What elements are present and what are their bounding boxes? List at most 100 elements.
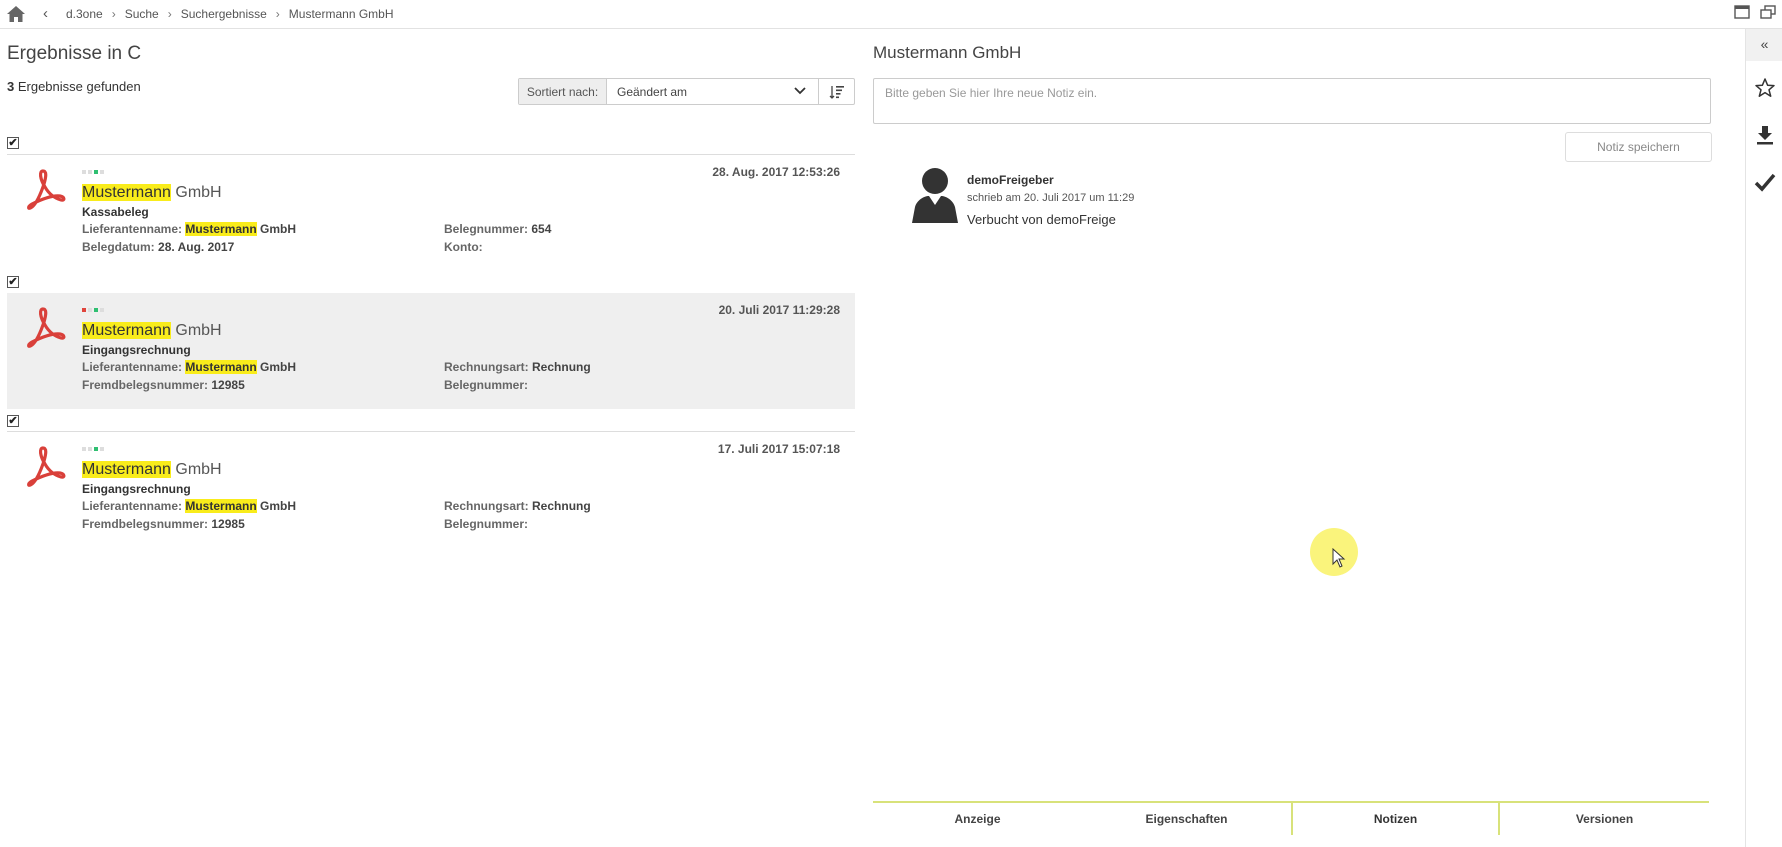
breadcrumb-item-suche[interactable]: Suche bbox=[125, 7, 159, 21]
back-button[interactable]: ‹ bbox=[43, 5, 48, 22]
save-note-button[interactable]: Notiz speichern bbox=[1565, 132, 1712, 162]
top-bar: ‹ d.3one › Suche › Suchergebnisse › Mustermann… bbox=[0, 0, 1782, 29]
detail-title: Mustermann GmbH bbox=[873, 43, 1022, 62]
result-item[interactable]: 28. Aug. 2017 12:53:26 Mustermann GmbH K… bbox=[7, 155, 855, 271]
collapse-panel-button[interactable]: « bbox=[1746, 29, 1782, 61]
field-value: Rechnung bbox=[532, 499, 591, 513]
note-meta: schrieb am 20. Juli 2017 um 11:29 bbox=[967, 192, 1135, 204]
field-lieferantenname: Lieferantenname: Mustermann GmbH bbox=[82, 222, 296, 236]
breadcrumb-item-current: Mustermann GmbH bbox=[288, 7, 394, 21]
result-checkbox[interactable]: ✔ bbox=[7, 276, 19, 288]
note-input[interactable] bbox=[873, 78, 1711, 124]
search-highlight: Mustermann bbox=[82, 461, 171, 478]
result-item-selected[interactable]: 20. Juli 2017 11:29:28 Mustermann GmbH E… bbox=[7, 293, 855, 409]
detail-tabs: Anzeige Eigenschaften Notizen Versionen bbox=[873, 801, 1711, 847]
result-title: Mustermann GmbH bbox=[82, 322, 222, 340]
result-title-rest: GmbH bbox=[170, 184, 222, 201]
status-dot bbox=[94, 447, 98, 451]
user-avatar-icon bbox=[912, 168, 958, 223]
breadcrumb-separator-icon: › bbox=[111, 7, 116, 21]
sort-order-button[interactable] bbox=[819, 79, 854, 104]
field-value: 12985 bbox=[211, 517, 245, 531]
status-indicator bbox=[82, 170, 106, 176]
status-dot bbox=[100, 170, 104, 174]
field-label: Rechnungsart: bbox=[444, 360, 533, 374]
breadcrumb-item-d3one[interactable]: d.3one bbox=[66, 7, 103, 21]
search-highlight: Mustermann bbox=[185, 222, 257, 236]
detail-panel: Mustermann GmbH Notiz speichern demoFrei… bbox=[873, 29, 1713, 847]
pdf-icon bbox=[27, 169, 66, 210]
field-fremdbelegsnummer: Fremdbelegsnummer: 12985 bbox=[82, 378, 245, 392]
field-label: Rechnungsart: bbox=[444, 499, 533, 513]
result-title-rest: GmbH bbox=[170, 461, 222, 478]
field-konto: Konto: bbox=[444, 240, 483, 254]
status-dot bbox=[82, 170, 86, 174]
results-count-text: Ergebnisse gefunden bbox=[14, 79, 141, 94]
field-label: Lieferantenname: bbox=[82, 222, 186, 236]
field-value: GmbH bbox=[256, 360, 297, 374]
result-checkbox[interactable]: ✔ bbox=[7, 137, 19, 149]
field-label: Belegnummer: bbox=[444, 378, 529, 392]
sort-control: Sortiert nach: Geändert am bbox=[518, 78, 855, 105]
field-label: Konto: bbox=[444, 240, 483, 254]
status-dot bbox=[100, 447, 104, 451]
result-date: 28. Aug. 2017 12:53:26 bbox=[712, 165, 840, 179]
field-label: Lieferantenname: bbox=[82, 360, 186, 374]
search-highlight: Mustermann bbox=[185, 360, 257, 374]
restore-window-icon[interactable] bbox=[1760, 5, 1776, 19]
status-dot bbox=[94, 308, 98, 312]
note-text: Verbucht von demoFreige bbox=[967, 212, 1116, 227]
status-dot bbox=[88, 447, 92, 451]
results-title: Ergebnisse in C bbox=[7, 43, 142, 64]
field-fremdbelegsnummer: Fremdbelegsnummer: 12985 bbox=[82, 517, 245, 531]
result-title-rest: GmbH bbox=[170, 322, 222, 339]
field-rechnungsart: Rechnungsart: Rechnung bbox=[444, 360, 591, 374]
status-indicator bbox=[82, 447, 106, 453]
pdf-icon bbox=[27, 446, 66, 487]
search-highlight: Mustermann bbox=[185, 499, 257, 513]
search-highlight: Mustermann bbox=[82, 322, 171, 339]
status-dot bbox=[100, 308, 104, 312]
result-date: 20. Juli 2017 11:29:28 bbox=[718, 303, 840, 317]
breadcrumb-separator-icon: › bbox=[167, 7, 172, 21]
note-author: demoFreigeber bbox=[967, 173, 1054, 187]
result-checkbox[interactable]: ✔ bbox=[7, 415, 19, 427]
chevron-down-icon bbox=[794, 87, 806, 95]
field-belegnummer: Belegnummer: bbox=[444, 517, 528, 531]
field-rechnungsart: Rechnungsart: Rechnung bbox=[444, 499, 591, 513]
field-lieferantenname: Lieferantenname: Mustermann GmbH bbox=[82, 499, 296, 513]
status-dot bbox=[94, 170, 98, 174]
result-title: Mustermann GmbH bbox=[82, 184, 222, 202]
field-value: 654 bbox=[531, 222, 552, 236]
field-value: Rechnung bbox=[532, 360, 591, 374]
sort-label: Sortiert nach: bbox=[519, 79, 607, 104]
field-label: Lieferantenname: bbox=[82, 499, 186, 513]
status-dot bbox=[88, 308, 92, 312]
breadcrumb: d.3one › Suche › Suchergebnisse › Mustermann G… bbox=[66, 7, 394, 21]
sort-select[interactable]: Geändert am bbox=[607, 79, 819, 104]
tab-anzeige[interactable]: Anzeige bbox=[873, 801, 1082, 835]
home-icon[interactable] bbox=[6, 5, 26, 23]
download-icon[interactable] bbox=[1754, 124, 1776, 146]
tab-eigenschaften[interactable]: Eigenschaften bbox=[1082, 801, 1291, 835]
tab-versionen[interactable]: Versionen bbox=[1500, 801, 1709, 835]
star-icon[interactable] bbox=[1754, 77, 1776, 99]
field-label: Fremdbelegsnummer: bbox=[82, 517, 212, 531]
tab-notizen[interactable]: Notizen bbox=[1291, 801, 1500, 835]
result-doctype: Eingangsrechnung bbox=[82, 482, 191, 496]
checkmark-icon[interactable] bbox=[1754, 171, 1776, 193]
field-value: GmbH bbox=[256, 499, 297, 513]
result-item[interactable]: 17. Juli 2017 15:07:18 Mustermann GmbH E… bbox=[7, 432, 855, 548]
field-belegnummer: Belegnummer: 654 bbox=[444, 222, 551, 236]
mouse-pointer-icon bbox=[1332, 548, 1346, 568]
results-panel: Ergebnisse in C 3 Ergebnisse gefunden So… bbox=[0, 29, 860, 847]
sort-select-value: Geändert am bbox=[617, 84, 688, 99]
breadcrumb-item-suchergebnisse[interactable]: Suchergebnisse bbox=[181, 7, 267, 21]
maximize-window-icon[interactable] bbox=[1734, 5, 1750, 19]
status-dot bbox=[82, 447, 86, 451]
field-label: Belegnummer: bbox=[444, 517, 529, 531]
breadcrumb-separator-icon: › bbox=[275, 7, 280, 21]
result-doctype: Kassabeleg bbox=[82, 205, 149, 219]
field-label: Fremdbelegsnummer: bbox=[82, 378, 212, 392]
field-value: 28. Aug. 2017 bbox=[158, 240, 235, 254]
